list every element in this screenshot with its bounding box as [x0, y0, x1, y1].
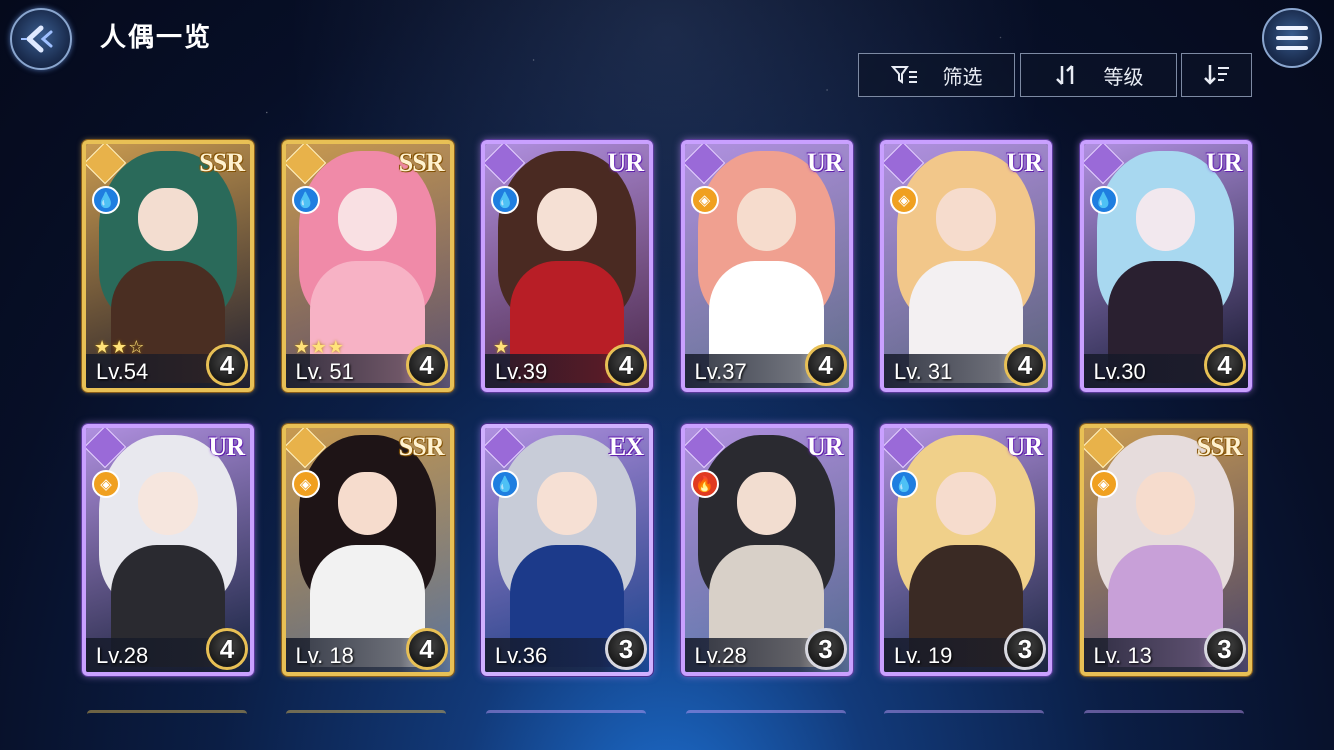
level-label: Lv. 51 — [295, 359, 354, 384]
level-label: Lv.54 — [96, 359, 149, 384]
light-element-icon: ◈ — [890, 186, 918, 214]
light-element-icon: ◈ — [690, 186, 719, 214]
filter-label: 筛选 — [942, 64, 983, 89]
fire-element-icon: 🔥 — [690, 470, 719, 498]
page-title: 人偶一览 — [100, 23, 213, 53]
level-label: Lv. 31 — [894, 359, 953, 384]
star-count-badge: 4 — [405, 628, 448, 670]
doll-card[interactable]: 💧 UR Lv.30 4 — [1079, 140, 1252, 392]
doll-card[interactable]: 💧 UR ★ Lv.39 4 — [481, 140, 653, 392]
rarity-label: SSR — [1196, 432, 1243, 461]
level-label: Lv.39 — [495, 359, 548, 384]
rarity-label: UR — [1006, 148, 1043, 177]
water-element-icon: 💧 — [890, 470, 918, 498]
level-label: Lv.30 — [1093, 359, 1146, 384]
level-label: Lv. 19 — [894, 643, 953, 668]
doll-card[interactable]: ◈ SSR Lv. 13 3 — [1079, 424, 1252, 676]
star-count-badge: 4 — [405, 344, 448, 386]
doll-card[interactable]: ◈ UR Lv. 31 4 — [880, 140, 1052, 392]
doll-card[interactable]: 💧 SSR ★★☆ Lv.54 4 — [82, 140, 254, 392]
doll-card[interactable]: ◈ UR Lv.37 4 — [680, 140, 853, 392]
star-count-badge: 4 — [1203, 344, 1246, 386]
star-count-badge: 4 — [206, 628, 248, 670]
rarity-label: SSR — [199, 148, 245, 177]
star-count-badge: 3 — [804, 628, 847, 670]
hamburger-menu-icon — [1276, 26, 1308, 50]
sort-arrows-icon — [1055, 65, 1073, 85]
card-peek — [884, 710, 1044, 727]
filter-icon — [890, 66, 917, 84]
level-label: Lv.37 — [694, 359, 747, 384]
water-element-icon: 💧 — [291, 186, 320, 214]
card-peek — [486, 710, 646, 727]
card-peek — [87, 710, 247, 727]
sort-order-button[interactable] — [1181, 53, 1252, 97]
rarity-label: UR — [1006, 432, 1043, 461]
star-rating: ★★☆ — [94, 337, 146, 357]
light-element-icon: ◈ — [92, 470, 120, 498]
star-count-badge: 3 — [605, 628, 647, 670]
doll-card[interactable]: ◈ UR Lv.28 4 — [82, 424, 254, 676]
back-arrow-icon — [21, 25, 53, 53]
back-button[interactable] — [10, 8, 72, 70]
star-rating: ★★★ — [293, 337, 345, 357]
rarity-label: SSR — [398, 148, 445, 177]
rarity-label: UR — [806, 148, 844, 177]
star-count-badge: 4 — [804, 344, 847, 386]
card-peek — [1084, 710, 1244, 727]
light-element-icon: ◈ — [1089, 470, 1118, 498]
rarity-label: UR — [1205, 148, 1243, 177]
rarity-label: UR — [607, 148, 644, 177]
sort-level-label: 等级 — [1103, 64, 1144, 89]
star-rating: ★ — [493, 337, 511, 357]
water-element-icon: 💧 — [1089, 186, 1118, 214]
level-label: Lv.36 — [495, 643, 548, 668]
level-label: Lv. 13 — [1093, 643, 1152, 668]
doll-card[interactable]: 💧 EX Lv.36 3 — [481, 424, 653, 676]
doll-card[interactable]: 💧 SSR ★★★ Lv. 51 4 — [281, 140, 454, 392]
doll-card[interactable]: 🔥 UR Lv.28 3 — [680, 424, 853, 676]
light-element-icon: ◈ — [291, 470, 320, 498]
card-peek — [686, 710, 846, 727]
level-label: Lv. 18 — [295, 643, 354, 668]
menu-button[interactable] — [1262, 8, 1322, 68]
rarity-label: UR — [806, 432, 844, 461]
star-count-badge: 3 — [1203, 628, 1246, 670]
water-element-icon: 💧 — [491, 470, 519, 498]
filter-button[interactable]: 筛选 — [858, 53, 1015, 97]
star-count-badge: 4 — [1004, 344, 1046, 386]
water-element-icon: 💧 — [491, 186, 519, 214]
sort-descending-icon — [1203, 65, 1229, 85]
rarity-label: EX — [608, 432, 644, 461]
sort-level-button[interactable]: 等级 — [1020, 53, 1177, 97]
doll-card[interactable]: ◈ SSR Lv. 18 4 — [281, 424, 454, 676]
star-count-badge: 3 — [1004, 628, 1046, 670]
water-element-icon: 💧 — [92, 186, 120, 214]
doll-card[interactable]: 💧 UR Lv. 19 3 — [880, 424, 1052, 676]
level-label: Lv.28 — [694, 643, 747, 668]
star-count-badge: 4 — [605, 344, 647, 386]
rarity-label: UR — [208, 432, 245, 461]
level-label: Lv.28 — [96, 643, 149, 668]
star-count-badge: 4 — [206, 344, 248, 386]
rarity-label: SSR — [398, 432, 445, 461]
card-peek — [286, 710, 446, 727]
